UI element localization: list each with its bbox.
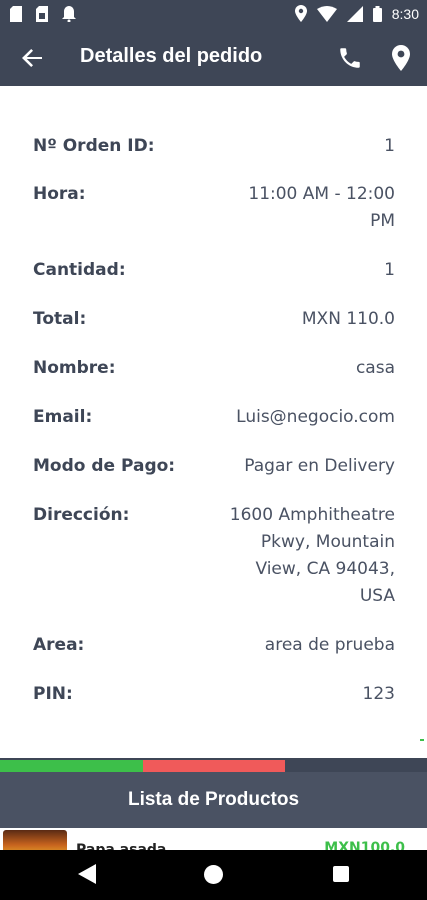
sd-card-icon bbox=[10, 6, 22, 22]
detail-label: Modo de Pago: bbox=[33, 456, 176, 476]
sim-icon bbox=[36, 6, 48, 22]
detail-label: Email: bbox=[33, 407, 93, 427]
scroll-indicator bbox=[420, 739, 424, 741]
detail-label: PIN: bbox=[33, 684, 73, 704]
notification-bell-icon bbox=[62, 6, 76, 22]
detail-value: area de prueba bbox=[264, 635, 395, 655]
detail-row-quantity: Cantidad: 1 bbox=[33, 257, 395, 284]
detail-value: 1 bbox=[384, 260, 395, 280]
location-icon bbox=[294, 5, 307, 22]
detail-label: Cantidad: bbox=[33, 260, 126, 280]
detail-row-address: Dirección: 1600 Amphitheatre Pkwy, Mount… bbox=[33, 502, 395, 610]
detail-value: MXN 110.0 bbox=[301, 309, 395, 329]
status-bar: 8:30 bbox=[0, 0, 427, 30]
detail-row-total: Total: MXN 110.0 bbox=[33, 306, 395, 333]
order-details: Nº Orden ID: 1 Hora: 11:00 AM - 12:00 PM… bbox=[0, 86, 427, 758]
products-header: Lista de Productos bbox=[0, 772, 427, 828]
tab-indicator-red[interactable] bbox=[143, 760, 285, 772]
detail-value: 11:00 AM - 12:00 PM bbox=[248, 184, 395, 231]
detail-label: Hora: bbox=[33, 184, 86, 204]
battery-icon bbox=[372, 5, 382, 22]
tab-indicator-green[interactable] bbox=[0, 760, 143, 772]
detail-label: Dirección: bbox=[33, 505, 130, 525]
map-pin-icon[interactable] bbox=[389, 44, 413, 72]
navigation-bar bbox=[0, 850, 427, 900]
product-name: Papa asada bbox=[76, 842, 167, 850]
page-title: Detalles del pedido bbox=[80, 45, 263, 67]
detail-row-time: Hora: 11:00 AM - 12:00 PM bbox=[33, 181, 395, 235]
detail-row-pin: PIN: 123 bbox=[33, 681, 395, 708]
signal-icon bbox=[346, 5, 363, 22]
wifi-icon bbox=[316, 5, 337, 22]
product-image bbox=[3, 830, 67, 850]
nav-recent-icon[interactable] bbox=[333, 866, 349, 882]
detail-value: Pagar en Delivery bbox=[244, 456, 395, 476]
product-list-item[interactable]: Papa asada MXN100.0 bbox=[0, 828, 427, 850]
detail-value: casa bbox=[355, 358, 395, 378]
detail-value: 1 bbox=[384, 136, 395, 156]
detail-row-payment-mode: Modo de Pago: Pagar en Delivery bbox=[33, 453, 395, 480]
detail-row-area: Area: area de prueba bbox=[33, 632, 395, 659]
detail-row-email: Email: Luis@negocio.com bbox=[33, 404, 395, 431]
phone-icon[interactable] bbox=[337, 45, 363, 71]
app-bar: Detalles del pedido bbox=[0, 30, 427, 86]
status-time: 8:30 bbox=[391, 5, 419, 22]
detail-label: Area: bbox=[33, 635, 85, 655]
back-arrow-icon[interactable] bbox=[18, 44, 46, 72]
nav-home-icon[interactable] bbox=[204, 865, 223, 884]
detail-value: 123 bbox=[362, 684, 395, 704]
detail-label: Nº Orden ID: bbox=[33, 136, 155, 156]
detail-value: 1600 Amphitheatre Pkwy, Mountain View, C… bbox=[229, 505, 395, 606]
nav-back-icon[interactable] bbox=[78, 864, 96, 884]
detail-label: Nombre: bbox=[33, 358, 116, 378]
detail-value: Luis@negocio.com bbox=[236, 407, 395, 427]
detail-label: Total: bbox=[33, 309, 87, 329]
detail-row-name: Nombre: casa bbox=[33, 355, 395, 382]
product-price: MXN100.0 bbox=[324, 840, 405, 850]
detail-row-order-id: Nº Orden ID: 1 bbox=[33, 133, 395, 160]
products-header-title: Lista de Productos bbox=[127, 789, 300, 810]
